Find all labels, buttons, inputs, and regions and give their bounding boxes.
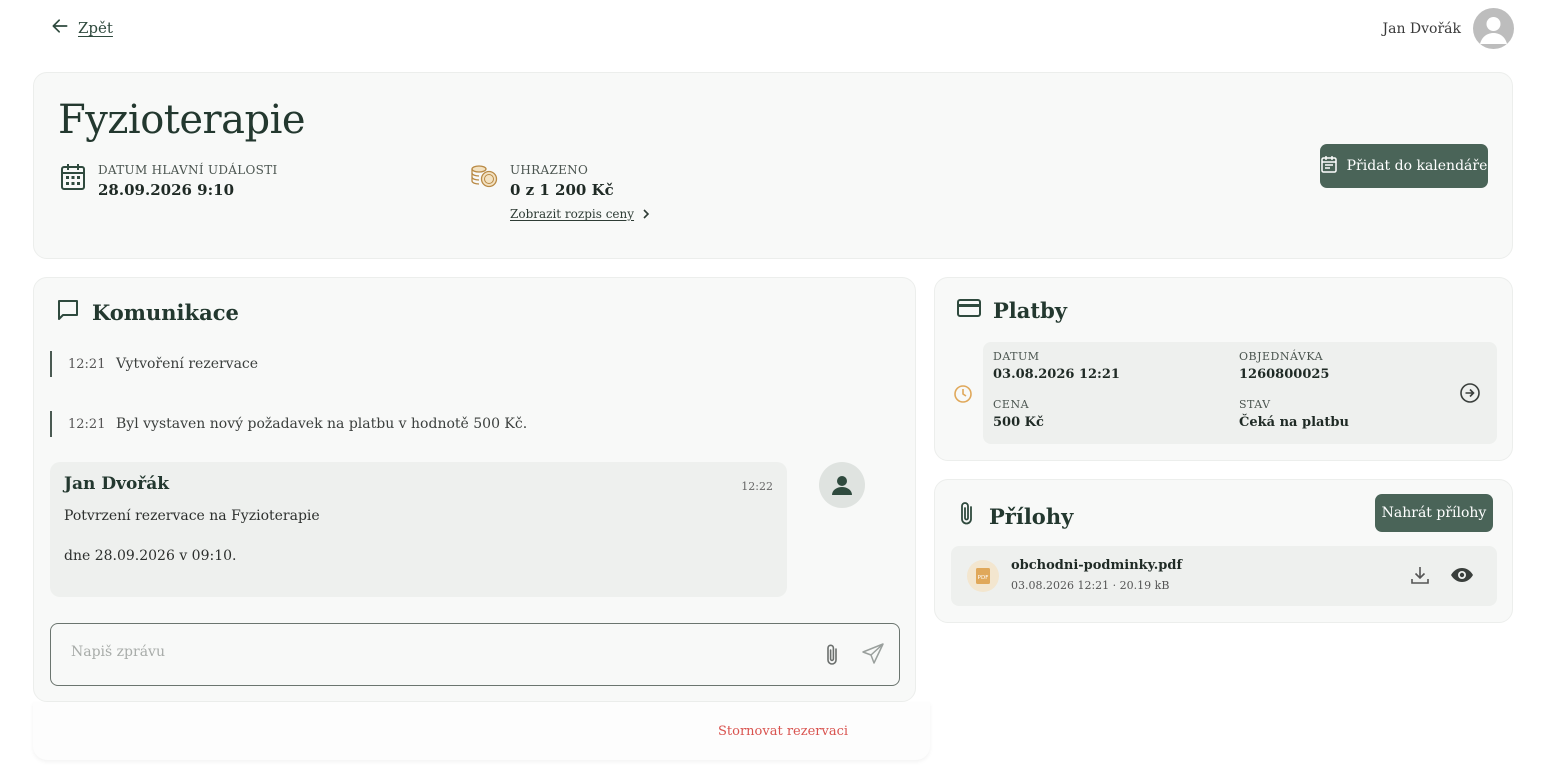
user-menu[interactable]: Jan Dvořák <box>1382 8 1514 49</box>
payments-title: Platby <box>957 298 1067 323</box>
message-time: 12:22 <box>741 480 773 493</box>
message-input[interactable] <box>71 644 771 660</box>
paid-amount: UHRAZENO 0 z 1 200 Kč Zobrazit rozpis ce… <box>470 163 650 221</box>
log-entry: 12:21 Byl vystaven nový požadavek na pla… <box>50 411 527 437</box>
log-text: Byl vystaven nový požadavek na platbu v … <box>116 416 528 432</box>
message-bubble: Jan Dvořák 12:22 Potvrzení rezervace na … <box>50 462 787 597</box>
chat-bubble-icon <box>56 298 80 327</box>
attachment-row: PDF obchodni-podminky.pdf 03.08.2026 12:… <box>951 546 1497 606</box>
payments-card: Platby DATUM 03.08.2026 12:21 OBJEDNÁVKA… <box>934 277 1513 461</box>
paperclip-icon[interactable] <box>821 642 843 672</box>
payment-date-value: 03.08.2026 12:21 <box>993 367 1120 382</box>
payment-price-value: 500 Kč <box>993 415 1044 430</box>
pdf-label: PDF <box>978 575 989 581</box>
person-icon <box>832 476 852 495</box>
log-time: 12:21 <box>68 356 106 372</box>
date-value: 28.09.2026 9:10 <box>98 181 235 199</box>
calendar-note-icon <box>1320 155 1337 177</box>
add-to-calendar-button[interactable]: Přidat do kalendáře <box>1320 144 1488 188</box>
send-icon[interactable] <box>861 642 885 670</box>
payment-date: DATUM 03.08.2026 12:21 <box>993 350 1120 382</box>
arrow-left-icon <box>50 16 70 40</box>
calendar-icon <box>60 163 86 199</box>
payment-row[interactable]: DATUM 03.08.2026 12:21 OBJEDNÁVKA 126080… <box>983 342 1497 444</box>
message-avatar <box>819 462 865 508</box>
payment-order: OBJEDNÁVKA 1260800025 <box>1239 350 1329 382</box>
attachments-title: Přílohy <box>957 500 1073 533</box>
download-icon[interactable] <box>1409 564 1431 590</box>
user-icon <box>1480 17 1507 44</box>
payment-price: CENA 500 Kč <box>993 398 1044 430</box>
clock-icon <box>953 384 973 408</box>
cancel-reservation-link[interactable]: Stornovat rezervaci <box>718 724 848 739</box>
log-time: 12:21 <box>68 416 106 432</box>
payment-order-value: 1260800025 <box>1239 367 1330 382</box>
page-title: Fyzioterapie <box>58 97 306 143</box>
payments-title-label: Platby <box>993 298 1067 323</box>
paid-caption: UHRAZENO <box>510 163 589 177</box>
add-to-calendar-label: Přidat do kalendáře <box>1346 158 1488 174</box>
communication-card: Komunikace 12:21 Vytvoření rezervace 12:… <box>33 277 916 702</box>
user-name: Jan Dvořák <box>1382 20 1461 37</box>
payment-state-value: Čeká na platbu <box>1239 415 1349 430</box>
avatar[interactable] <box>1473 8 1514 49</box>
pdf-file-icon: PDF <box>967 560 999 592</box>
price-breakdown-link[interactable]: Zobrazit rozpis ceny <box>510 207 650 221</box>
payment-order-caption: OBJEDNÁVKA <box>1239 350 1324 363</box>
chevron-right-icon <box>643 209 650 219</box>
payment-date-caption: DATUM <box>993 350 1040 363</box>
paid-value: 0 z 1 200 Kč <box>510 181 614 199</box>
payment-state-caption: STAV <box>1239 398 1271 411</box>
communication-title-label: Komunikace <box>92 300 239 325</box>
message-line: Potvrzení rezervace na Fyzioterapie <box>64 508 320 524</box>
log-entry: 12:21 Vytvoření rezervace <box>50 351 258 377</box>
payment-state: STAV Čeká na platbu <box>1239 398 1349 430</box>
message-line: dne 28.09.2026 v 09:10. <box>64 548 237 564</box>
attachments-title-label: Přílohy <box>989 504 1074 529</box>
message-author: Jan Dvořák <box>64 474 170 494</box>
booking-header-card: Fyzioterapie DATUM HLAVNÍ UDÁLOSTI 28.09… <box>33 72 1513 259</box>
price-breakdown-label: Zobrazit rozpis ceny <box>510 207 635 221</box>
log-text: Vytvoření rezervace <box>116 356 259 372</box>
top-bar: Zpět Jan Dvořák <box>0 0 1546 56</box>
payment-price-caption: CENA <box>993 398 1030 411</box>
eye-icon[interactable] <box>1450 564 1474 590</box>
coins-icon <box>470 163 498 221</box>
file-name: obchodni-podminky.pdf <box>1011 558 1183 573</box>
file-meta: 03.08.2026 12:21 · 20.19 kB <box>1011 579 1170 592</box>
upload-attachments-button[interactable]: Nahrát přílohy <box>1375 494 1493 532</box>
communication-title: Komunikace <box>56 298 239 327</box>
credit-card-icon <box>957 298 981 323</box>
main-event-date: DATUM HLAVNÍ UDÁLOSTI 28.09.2026 9:10 <box>60 163 278 199</box>
message-composer <box>50 623 900 686</box>
paperclip-icon <box>957 500 977 533</box>
back-link[interactable]: Zpět <box>50 16 113 40</box>
back-label: Zpět <box>78 19 113 37</box>
attachments-card: Přílohy Nahrát přílohy PDF obchodni-podm… <box>934 479 1513 623</box>
arrow-circle-right-icon[interactable] <box>1459 382 1481 408</box>
date-caption: DATUM HLAVNÍ UDÁLOSTI <box>98 163 278 177</box>
